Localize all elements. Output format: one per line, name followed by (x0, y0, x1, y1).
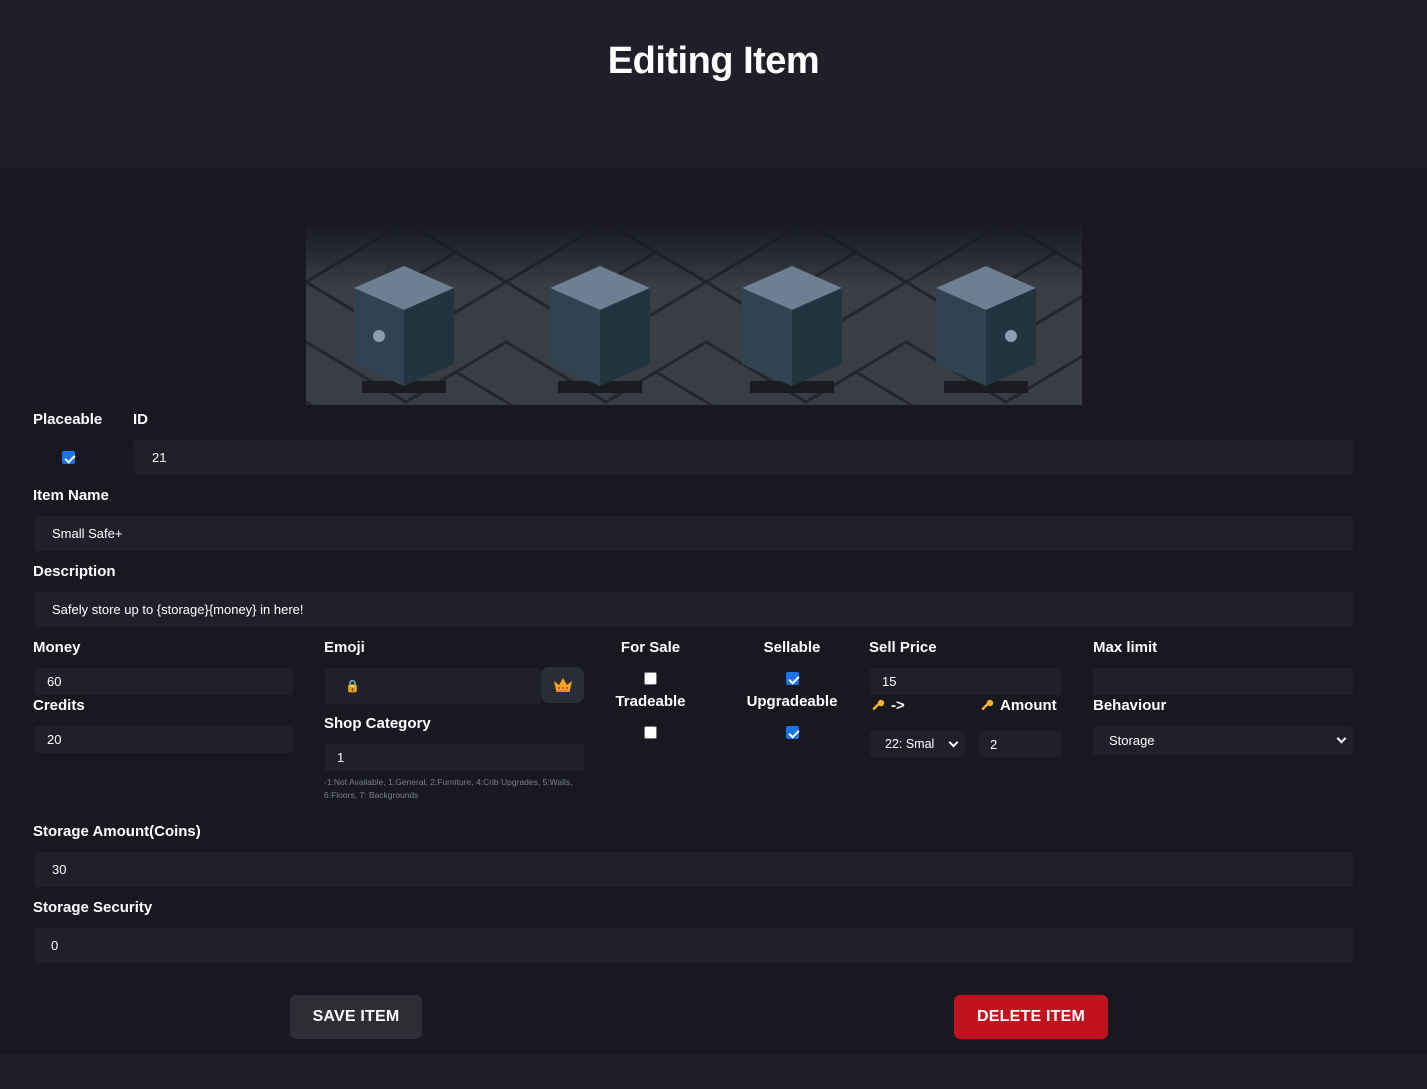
sell-price-field[interactable]: 15 (870, 668, 1062, 695)
storage-security-field[interactable]: 0 (34, 928, 1353, 963)
description-field[interactable]: Safely store up to {storage}{money} in h… (34, 592, 1353, 627)
shop-category-field[interactable]: 1 (325, 744, 584, 771)
key-icon (981, 699, 994, 711)
storage-security-label: Storage Security (33, 899, 153, 916)
id-field[interactable]: 21 (134, 440, 1353, 475)
sell-price-label: Sell Price (869, 639, 937, 656)
page-title: Editing Item (607, 40, 820, 82)
upgrade-target-label-row: -> (871, 697, 905, 714)
crown-icon (553, 678, 572, 692)
behaviour-value: Storage (1109, 733, 1155, 748)
upgrade-amount-field[interactable]: 2 (979, 731, 1062, 757)
placeable-checkbox[interactable] (62, 451, 75, 464)
upgrade-amount-label-row: Amount (980, 697, 1057, 714)
credits-field[interactable]: 20 (34, 726, 293, 753)
save-item-button[interactable]: SAVE ITEM (290, 995, 422, 1039)
id-label: ID (133, 411, 148, 428)
money-field[interactable]: 60 (34, 668, 293, 695)
delete-item-button[interactable]: DELETE ITEM (954, 995, 1108, 1039)
upgradeable-label: Upgradeable (746, 693, 838, 710)
placeable-label: Placeable (33, 411, 103, 428)
upgrade-target-label: -> (891, 697, 905, 714)
item-preview-image (306, 222, 1082, 405)
max-limit-label: Max limit (1093, 639, 1158, 656)
behaviour-label: Behaviour (1093, 697, 1167, 714)
page-footer (0, 1054, 1427, 1089)
storage-amount-label: Storage Amount(Coins) (33, 823, 201, 840)
behaviour-select[interactable]: Storage (1093, 726, 1353, 755)
credits-label: Credits (33, 697, 85, 714)
description-label: Description (33, 563, 116, 580)
upgrade-target-select[interactable]: 22: Smal (870, 731, 965, 757)
upgrade-amount-label: Amount (1000, 697, 1057, 714)
key-icon (872, 699, 885, 711)
max-limit-field[interactable] (1093, 668, 1353, 695)
item-name-field[interactable]: Small Safe+ (34, 516, 1353, 551)
chevron-down-icon (1336, 733, 1347, 744)
for-sale-label: For Sale (620, 639, 681, 656)
money-label: Money (33, 639, 81, 656)
tradeable-label: Tradeable (615, 693, 686, 710)
tradeable-checkbox[interactable] (644, 726, 657, 739)
sellable-checkbox[interactable] (786, 672, 799, 685)
for-sale-checkbox[interactable] (644, 672, 657, 685)
shop-category-label: Shop Category (324, 715, 431, 732)
emoji-field[interactable]: 🔒 (325, 668, 541, 704)
shop-category-hint: -1:Not Available, 1:General, 2:Furniture… (324, 777, 573, 800)
item-name-label: Item Name (33, 487, 109, 504)
page-header: Editing Item (0, 0, 1427, 168)
storage-amount-field[interactable]: 30 (34, 852, 1353, 887)
upgrade-target-value: 22: Smal (885, 737, 935, 751)
upgradeable-checkbox[interactable] (786, 726, 799, 739)
sellable-label: Sellable (763, 639, 821, 656)
chevron-down-icon (948, 737, 959, 747)
emoji-picker-button[interactable] (541, 667, 584, 703)
emoji-label: Emoji (324, 639, 365, 656)
